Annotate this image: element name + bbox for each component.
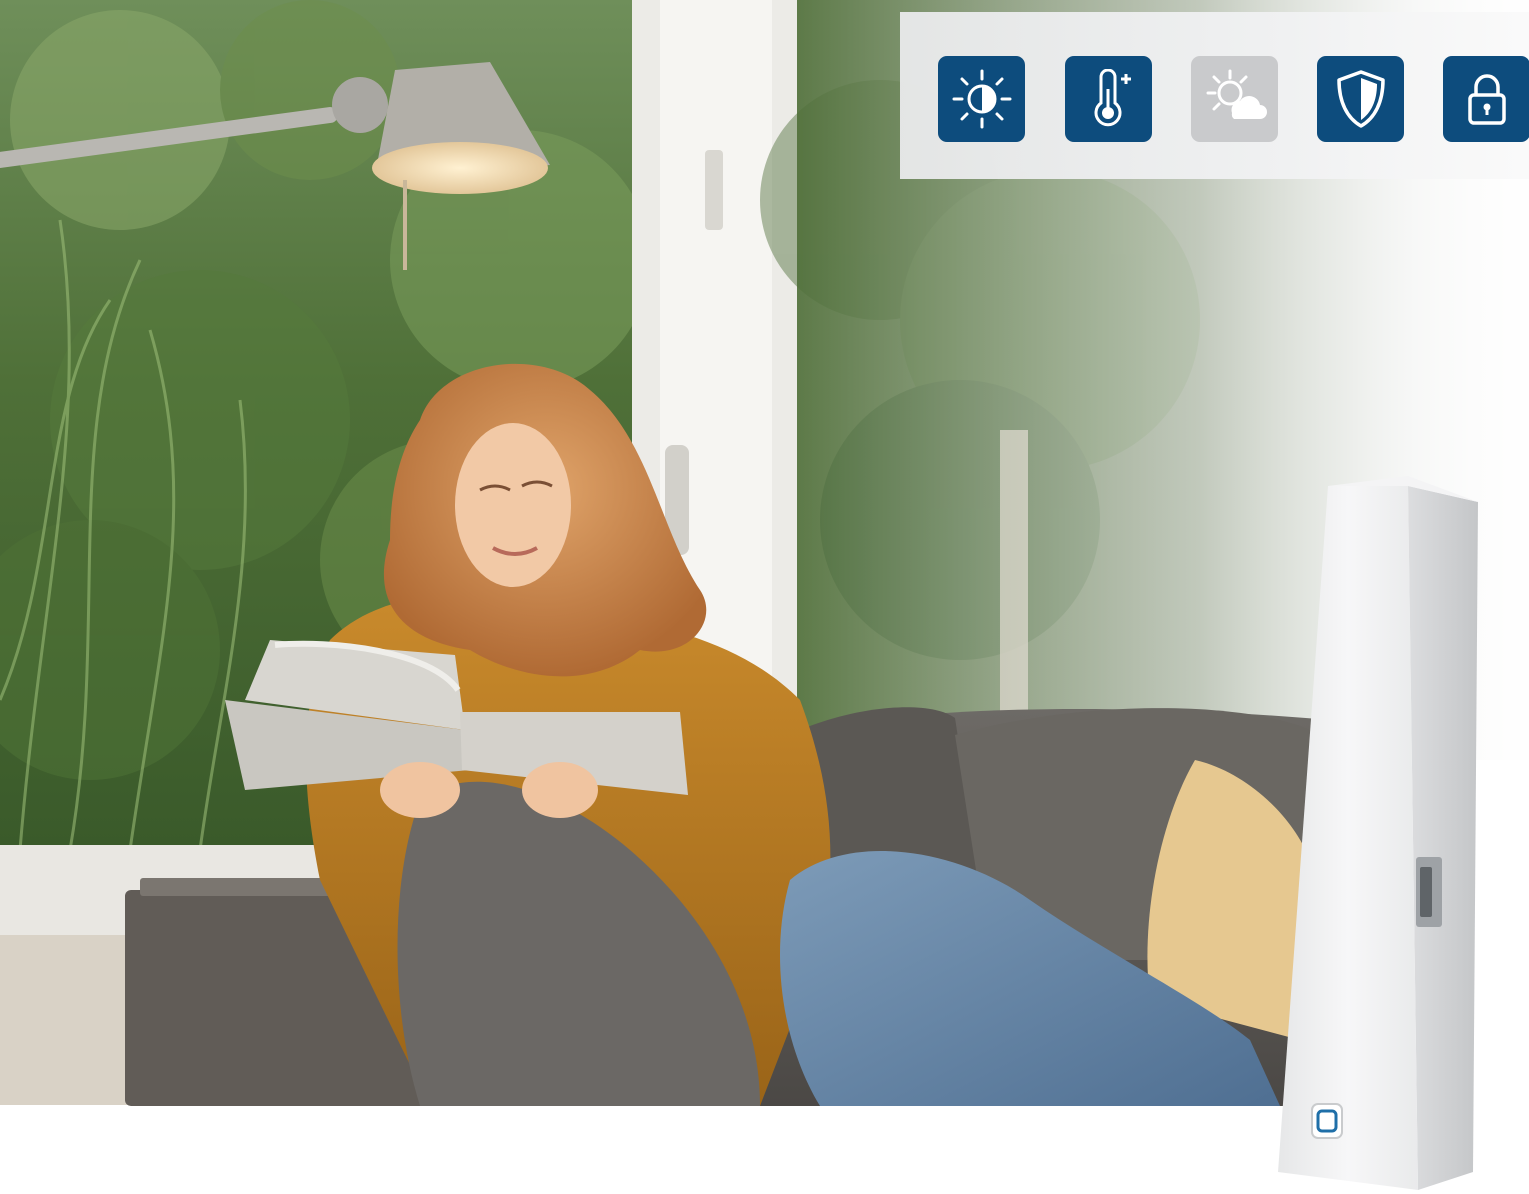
window-contact-sensor xyxy=(1268,472,1498,1194)
woman-face xyxy=(455,423,571,587)
product-image xyxy=(0,0,1529,1194)
padlock-icon xyxy=(1443,56,1529,142)
feature-icon-bar xyxy=(900,12,1529,179)
thermometer-plus-icon xyxy=(1065,56,1152,142)
security-shield-icon xyxy=(1317,56,1404,142)
brightness-icon xyxy=(938,56,1025,142)
sun-cloud-icon xyxy=(1191,56,1278,142)
